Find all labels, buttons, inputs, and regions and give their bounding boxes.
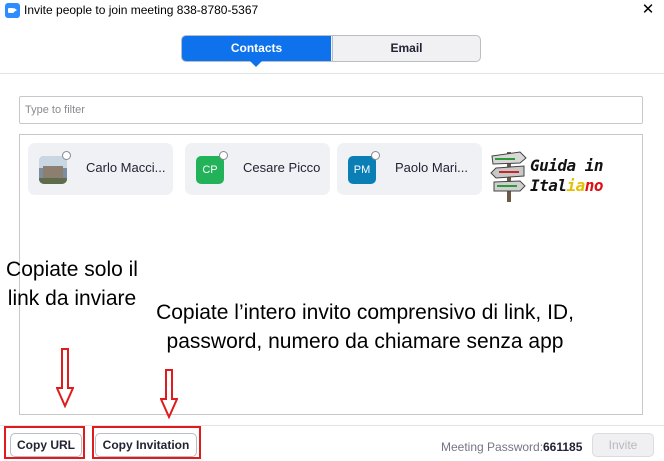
signpost-icon — [490, 151, 527, 202]
contact-card[interactable]: Carlo Macci... — [28, 143, 173, 195]
copy-url-button[interactable]: Copy URL — [10, 433, 82, 457]
avatar: PM — [348, 156, 376, 184]
presence-status-icon — [62, 151, 71, 160]
tab-contacts[interactable]: Contacts — [182, 36, 331, 67]
logo-text-line1: Guida in — [530, 156, 604, 175]
avatar: CP — [196, 156, 224, 184]
meeting-password-value: 661185 — [543, 440, 583, 454]
meeting-password-label: Meeting Password: — [441, 440, 544, 454]
invite-tabs: Contacts Email — [181, 35, 481, 67]
annotation-copy-invitation: Copiate l’intero invito comprensivo di l… — [156, 301, 574, 353]
contact-card[interactable]: CP Cesare Picco — [185, 143, 330, 195]
window-title: Invite people to join meeting 838-8780-5… — [24, 3, 259, 17]
copy-invitation-button[interactable]: Copy Invitation — [95, 433, 197, 457]
presence-status-icon — [219, 151, 228, 160]
title-bar: Invite people to join meeting 838-8780-5… — [0, 0, 664, 22]
down-arrow-icon — [56, 348, 74, 408]
invite-button[interactable]: Invite — [592, 433, 654, 457]
down-arrow-icon — [160, 369, 178, 419]
tab-email[interactable]: Email — [332, 36, 480, 61]
contact-name: Paolo Mari... — [395, 160, 468, 175]
close-button[interactable]: ✕ — [636, 0, 660, 20]
header-divider — [0, 73, 664, 74]
logo-text-line2: Italiano — [530, 176, 604, 195]
contact-name: Carlo Macci... — [86, 160, 166, 175]
annotation-copy-url: Copiate solo il link da inviare — [6, 258, 138, 310]
contact-card[interactable]: PM Paolo Mari... — [337, 143, 482, 195]
zoom-app-icon — [5, 3, 20, 18]
guida-in-italiano-logo: Guida in Italiano — [490, 146, 640, 202]
presence-status-icon — [371, 151, 380, 160]
filter-input[interactable] — [19, 96, 643, 124]
contact-name: Cesare Picco — [243, 160, 321, 175]
avatar — [39, 156, 67, 184]
